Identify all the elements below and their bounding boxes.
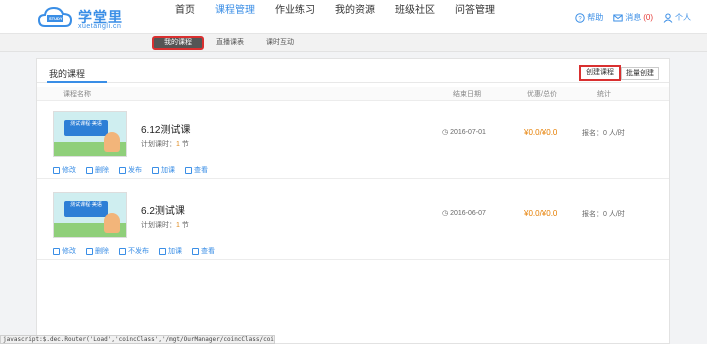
batch-create-button[interactable]: 批量创建 bbox=[621, 67, 659, 80]
help-label: 帮助 bbox=[587, 13, 604, 22]
view-icon bbox=[192, 247, 199, 255]
messages-count: (0) bbox=[643, 13, 653, 22]
clock-icon: ◷ bbox=[442, 210, 449, 217]
logo[interactable]: STUDY 学堂里 xuetangli.cn bbox=[38, 6, 138, 30]
hours-value: 1 bbox=[176, 222, 180, 229]
hours-label: 计划课时： bbox=[141, 141, 176, 148]
delete-label: 删除 bbox=[95, 167, 109, 174]
unpublish-label: 不发布 bbox=[128, 248, 149, 255]
browser-status-bar: javascript:$.dec.Router('Load','coincCla… bbox=[0, 335, 275, 344]
header-stats: 统计 bbox=[597, 91, 611, 98]
sub-nav: 我的课程 直播课表 课时互动 bbox=[152, 36, 304, 50]
header-course-name: 课程名称 bbox=[63, 91, 91, 98]
delete-action[interactable]: 删除 bbox=[86, 246, 109, 256]
main-nav: 首页 课程管理 作业练习 我的资源 班级社区 问答管理 bbox=[165, 0, 505, 34]
course-stats: 报名：0 人/时 bbox=[582, 211, 625, 218]
hours-label: 计划课时： bbox=[141, 222, 176, 229]
course-title[interactable]: 6.2测试课 bbox=[141, 202, 185, 217]
my-courses-panel: 我的课程 创建课程 批量创建 课程名称 结束日期 优惠/总价 统计 测试课程·美… bbox=[36, 58, 670, 344]
view-action[interactable]: 查看 bbox=[192, 246, 215, 256]
brand-domain: xuetangli.cn bbox=[78, 23, 122, 30]
personal-label: 个人 bbox=[675, 13, 691, 22]
edit-label: 修改 bbox=[62, 167, 76, 174]
tab-lesson-interaction[interactable]: 课时互动 bbox=[256, 36, 304, 50]
unpublish-icon bbox=[119, 247, 126, 255]
nav-item-home[interactable]: 首页 bbox=[165, 0, 205, 34]
publish-label: 发布 bbox=[128, 167, 142, 174]
view-label: 查看 bbox=[201, 248, 215, 255]
course-row: 测试课程·美语 6.2测试课 计划课时：1 节 ◷ 2016-06-07 ¥0.… bbox=[37, 184, 669, 260]
add-lesson-icon bbox=[152, 166, 159, 174]
edit-icon bbox=[53, 166, 60, 174]
title-underline bbox=[47, 81, 107, 83]
top-header: STUDY 学堂里 xuetangli.cn 首页 课程管理 作业练习 我的资源… bbox=[0, 0, 707, 34]
course-actions: 修改 删除 不发布 加课 查看 bbox=[53, 246, 215, 256]
view-label: 查看 bbox=[194, 167, 208, 174]
panel-header: 我的课程 创建课程 批量创建 bbox=[37, 59, 669, 83]
add-lesson-action[interactable]: 加课 bbox=[152, 165, 175, 175]
hours-unit: 节 bbox=[181, 222, 189, 229]
add-lesson-icon bbox=[159, 247, 166, 255]
create-course-button[interactable]: 创建课程 bbox=[579, 65, 621, 81]
panel-title: 我的课程 bbox=[49, 69, 86, 79]
mail-icon bbox=[613, 14, 623, 21]
thumbnail-banner: 测试课程·美语 bbox=[64, 120, 108, 136]
header-end-date: 结束日期 bbox=[453, 91, 481, 98]
course-price: ¥0.0/¥0.0 bbox=[524, 209, 558, 218]
thumbnail-character bbox=[104, 132, 120, 152]
edit-icon bbox=[53, 247, 60, 255]
nav-item-class-community[interactable]: 班级社区 bbox=[385, 0, 445, 34]
trash-icon bbox=[86, 247, 93, 255]
tab-my-courses[interactable]: 我的课程 bbox=[152, 36, 204, 50]
edit-action[interactable]: 修改 bbox=[53, 165, 76, 175]
course-end-date: ◷ 2016-07-01 bbox=[442, 128, 486, 136]
user-menu: ? 帮助 消息 (0) 个人 bbox=[575, 12, 691, 23]
clock-icon: ◷ bbox=[442, 129, 449, 136]
messages-link[interactable]: 消息 (0) bbox=[613, 12, 653, 23]
delete-action[interactable]: 删除 bbox=[86, 165, 109, 175]
header-price: 优惠/总价 bbox=[527, 91, 557, 98]
end-date-value: 2016-07-01 bbox=[450, 129, 486, 136]
hours-value: 1 bbox=[176, 141, 180, 148]
nav-item-homework[interactable]: 作业练习 bbox=[265, 0, 325, 34]
course-price: ¥0.0/¥0.0 bbox=[524, 128, 558, 137]
help-link[interactable]: ? 帮助 bbox=[575, 12, 603, 23]
course-end-date: ◷ 2016-06-07 bbox=[442, 209, 486, 217]
edit-label: 修改 bbox=[62, 248, 76, 255]
trash-icon bbox=[86, 166, 93, 174]
course-hours: 计划课时：1 节 bbox=[141, 139, 189, 149]
nav-item-qa-management[interactable]: 问答管理 bbox=[445, 0, 505, 34]
course-stats: 报名：0 人/时 bbox=[582, 130, 625, 137]
table-header: 课程名称 结束日期 优惠/总价 统计 bbox=[37, 87, 669, 101]
user-icon bbox=[663, 13, 673, 23]
view-action[interactable]: 查看 bbox=[185, 165, 208, 175]
thumbnail-banner: 测试课程·美语 bbox=[64, 201, 108, 217]
add-lesson-label: 加课 bbox=[168, 248, 182, 255]
end-date-value: 2016-06-07 bbox=[450, 210, 486, 217]
nav-item-course-management[interactable]: 课程管理 bbox=[205, 0, 265, 34]
course-thumbnail[interactable]: 测试课程·美语 bbox=[53, 111, 127, 157]
course-actions: 修改 删除 发布 加课 查看 bbox=[53, 165, 208, 175]
logo-badge: STUDY bbox=[49, 16, 63, 21]
course-title[interactable]: 6.12测试课 bbox=[141, 121, 190, 136]
nav-item-resources[interactable]: 我的资源 bbox=[325, 0, 385, 34]
tab-live-schedule[interactable]: 直播课表 bbox=[206, 36, 254, 50]
publish-icon bbox=[119, 166, 126, 174]
help-icon: ? bbox=[575, 12, 585, 23]
unpublish-action[interactable]: 不发布 bbox=[119, 246, 149, 256]
course-thumbnail[interactable]: 测试课程·美语 bbox=[53, 192, 127, 238]
hours-unit: 节 bbox=[181, 141, 189, 148]
delete-label: 删除 bbox=[95, 248, 109, 255]
view-icon bbox=[185, 166, 192, 174]
course-row: 测试课程·美语 6.12测试课 计划课时：1 节 ◷ 2016-07-01 ¥0… bbox=[37, 103, 669, 179]
course-hours: 计划课时：1 节 bbox=[141, 220, 189, 230]
sub-nav-bar: 我的课程 直播课表 课时互动 bbox=[0, 34, 707, 52]
publish-action[interactable]: 发布 bbox=[119, 165, 142, 175]
add-lesson-action[interactable]: 加课 bbox=[159, 246, 182, 256]
messages-label: 消息 bbox=[625, 13, 642, 22]
add-lesson-label: 加课 bbox=[161, 167, 175, 174]
edit-action[interactable]: 修改 bbox=[53, 246, 76, 256]
personal-link[interactable]: 个人 bbox=[663, 12, 691, 23]
thumbnail-character bbox=[104, 213, 120, 233]
